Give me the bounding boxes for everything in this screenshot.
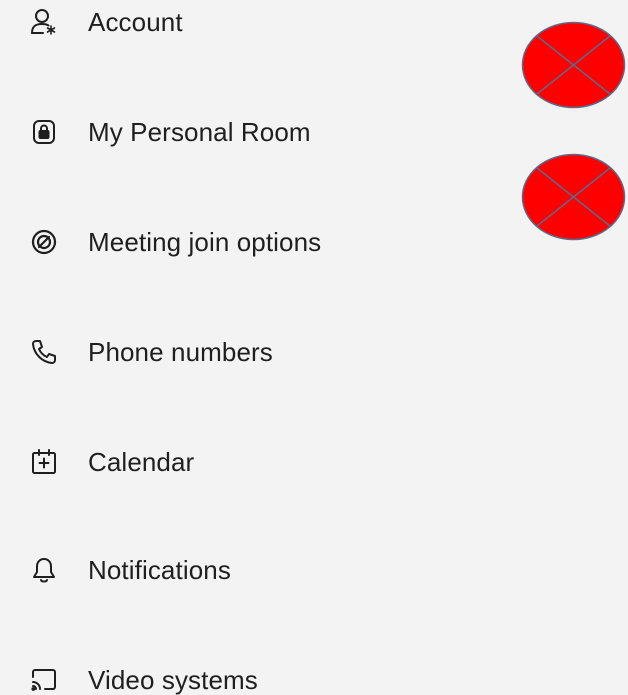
menu-item-label: My Personal Room [88, 117, 311, 147]
menu-item-phone-numbers[interactable]: Phone numbers [0, 322, 480, 382]
calendar-add-icon [24, 442, 64, 482]
red-x-mark [521, 153, 626, 241]
red-x-mark [521, 21, 626, 109]
menu-item-label: Notifications [88, 555, 231, 585]
account-settings-icon [24, 2, 64, 42]
menu-item-meeting-join-options[interactable]: Meeting join options [0, 212, 480, 272]
menu-item-label: Account [88, 7, 183, 37]
menu-item-label: Meeting join options [88, 227, 322, 257]
menu-item-label: Phone numbers [88, 337, 273, 367]
personal-room-lock-icon [24, 112, 64, 152]
join-options-icon [24, 222, 64, 262]
phone-icon [24, 332, 64, 372]
menu-item-personal-room[interactable]: My Personal Room [0, 102, 480, 162]
menu-item-calendar[interactable]: Calendar [0, 432, 480, 492]
menu-item-account[interactable]: Account [0, 0, 480, 52]
settings-menu: Account My Personal Room Meeting join op… [0, 0, 500, 695]
menu-item-video-systems[interactable]: Video systems [0, 650, 480, 695]
menu-item-label: Calendar [88, 447, 195, 477]
bell-icon [24, 550, 64, 590]
cast-screen-icon [24, 660, 64, 695]
menu-item-label: Video systems [88, 665, 258, 695]
menu-item-notifications[interactable]: Notifications [0, 540, 480, 600]
